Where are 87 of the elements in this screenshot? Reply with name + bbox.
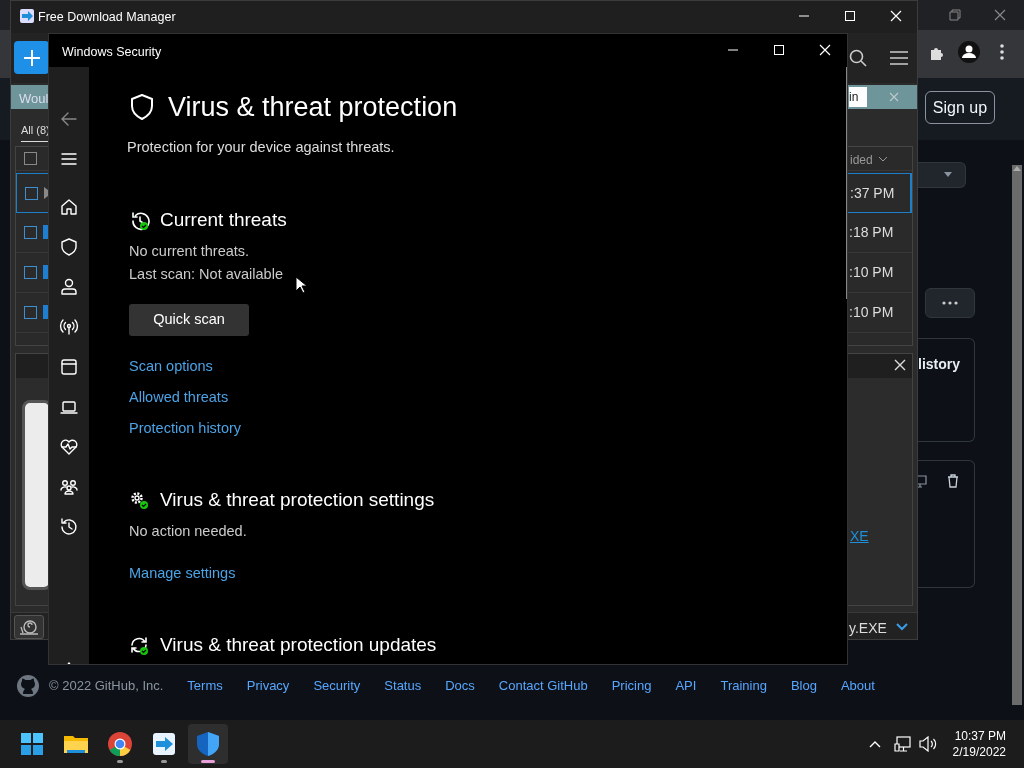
status-text: No current threats. (129, 242, 250, 261)
description-text: Protection for your device against threats. (127, 138, 396, 157)
caret-icon (879, 157, 887, 162)
browser-icon (107, 731, 133, 757)
checkbox[interactable] (24, 226, 37, 239)
clock-time: 10:37 PM (953, 728, 1006, 744)
checkbox[interactable] (24, 152, 37, 165)
sign-up-button[interactable]: Sign up (925, 91, 995, 124)
monitor-icon[interactable] (918, 474, 927, 488)
checkbox[interactable] (24, 306, 37, 319)
shield-app-icon (195, 731, 221, 757)
snail-icon (19, 619, 39, 635)
link[interactable]: Protection history (129, 418, 242, 438)
footer-link[interactable]: Docs (445, 676, 475, 696)
footer-link[interactable]: Status (384, 676, 422, 696)
section-heading: Virus & threat protection settings (160, 488, 435, 512)
clock-date: 2/19/2022 (952, 744, 1006, 760)
footer-link[interactable]: Contact GitHub (498, 676, 588, 696)
maximize-icon[interactable] (773, 44, 785, 56)
more-icon (942, 301, 958, 305)
history-icon[interactable] (59, 517, 79, 537)
trash-icon[interactable] (946, 474, 960, 488)
antenna-icon[interactable] (59, 317, 79, 337)
footer-link[interactable]: Training (720, 676, 767, 696)
network-icon[interactable] (894, 735, 912, 753)
column-header[interactable]: ided (850, 151, 873, 169)
mouse-cursor-icon (295, 276, 307, 294)
current-file-name: y.EXE (849, 619, 887, 638)
table-cell: :37 PM (850, 174, 911, 212)
home-icon[interactable] (59, 197, 79, 217)
table-cell-text: :10 PM (849, 303, 895, 322)
download-app-icon (151, 731, 177, 757)
shield-icon[interactable] (59, 237, 79, 257)
link[interactable]: Allowed threats (129, 387, 229, 407)
windows-logo (19, 731, 45, 757)
more-icon[interactable] (1000, 44, 1004, 60)
section-heading: Current threats (160, 208, 287, 232)
footer-link[interactable]: Security (313, 676, 361, 696)
window-icon[interactable] (59, 357, 79, 377)
chevron-down-icon[interactable] (896, 623, 908, 631)
footer-link[interactable]: Blog (790, 676, 817, 696)
footer-link[interactable]: Terms (187, 676, 223, 696)
github-logo[interactable] (16, 674, 40, 698)
refresh-icon (129, 634, 150, 656)
checkbox[interactable] (24, 266, 37, 279)
maximize-icon[interactable] (844, 10, 856, 22)
footer-link[interactable]: Privacy (246, 676, 290, 696)
copyright-text: © 2022 GitHub, Inc. (49, 677, 164, 696)
restore-icon[interactable] (949, 9, 961, 21)
link[interactable]: Manage settings (129, 563, 236, 583)
profile-icon[interactable] (958, 41, 980, 63)
file-link[interactable]: XE (850, 526, 869, 547)
heart-pulse-icon[interactable] (59, 437, 79, 457)
volume-icon[interactable] (919, 736, 937, 752)
plus-icon (22, 48, 41, 67)
table-cell-text: :18 PM (849, 223, 895, 242)
window-title: Free Download Manager (38, 9, 176, 26)
caret-icon (944, 172, 952, 177)
menu-icon[interactable] (890, 51, 908, 65)
footer-link[interactable]: API (675, 676, 697, 696)
section-heading: Virus & threat protection updates (160, 633, 437, 657)
checkbox[interactable] (25, 187, 38, 200)
notification-text: Woul (19, 90, 49, 108)
table-cell-text: :10 PM (849, 263, 895, 282)
taskbar-button[interactable] (188, 724, 228, 764)
link[interactable]: Scan options (129, 356, 213, 376)
scan-history-icon (129, 209, 150, 231)
person-icon[interactable] (59, 277, 79, 297)
speed-mode-button[interactable] (14, 615, 44, 639)
shield-icon (129, 93, 155, 121)
footer-link[interactable]: About (840, 676, 875, 696)
banner-button[interactable]: in (849, 87, 868, 107)
puzzle-icon[interactable] (929, 45, 945, 61)
chevron-up-icon[interactable] (869, 740, 881, 748)
scrollbar[interactable] (1012, 165, 1022, 705)
family-icon[interactable] (59, 477, 79, 497)
quick-scan-button[interactable]: Quick scan (129, 304, 249, 336)
page-heading: Virus & threat protection (168, 91, 458, 124)
window-title: Windows Security (62, 44, 162, 61)
app-icon (19, 8, 35, 24)
card-title: listory (918, 355, 960, 374)
add-button[interactable] (14, 41, 49, 74)
search-icon[interactable] (849, 49, 867, 67)
footer-link[interactable]: Pricing (611, 676, 652, 696)
gears-icon (129, 489, 150, 511)
status-text: No action needed. (129, 522, 247, 541)
status-text: Last scan: Not available (129, 265, 283, 284)
